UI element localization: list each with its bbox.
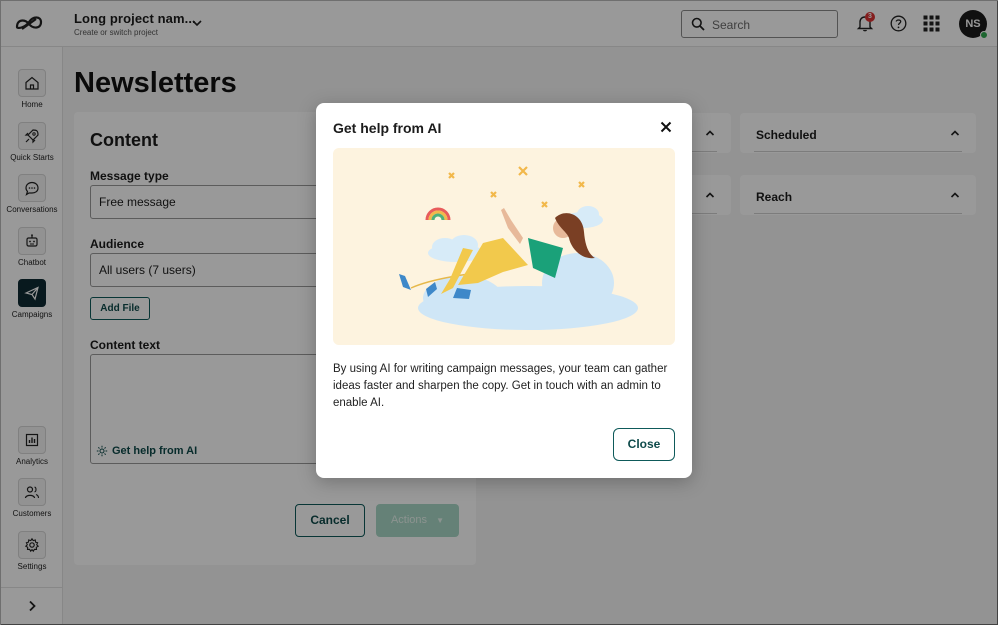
illustration-image [399, 166, 638, 330]
app-window: Long project nam... Create or switch pro… [0, 0, 998, 625]
ai-help-dialog: Get help from AI By using AI for writing… [316, 103, 692, 478]
close-button[interactable]: Close [613, 428, 675, 461]
sparkle-icon [448, 166, 585, 208]
dialog-body-text: By using AI for writing campaign message… [333, 363, 668, 409]
dialog-title: Get help from AI [333, 120, 442, 136]
close-icon[interactable] [659, 120, 673, 134]
ai-illustration [333, 148, 675, 345]
